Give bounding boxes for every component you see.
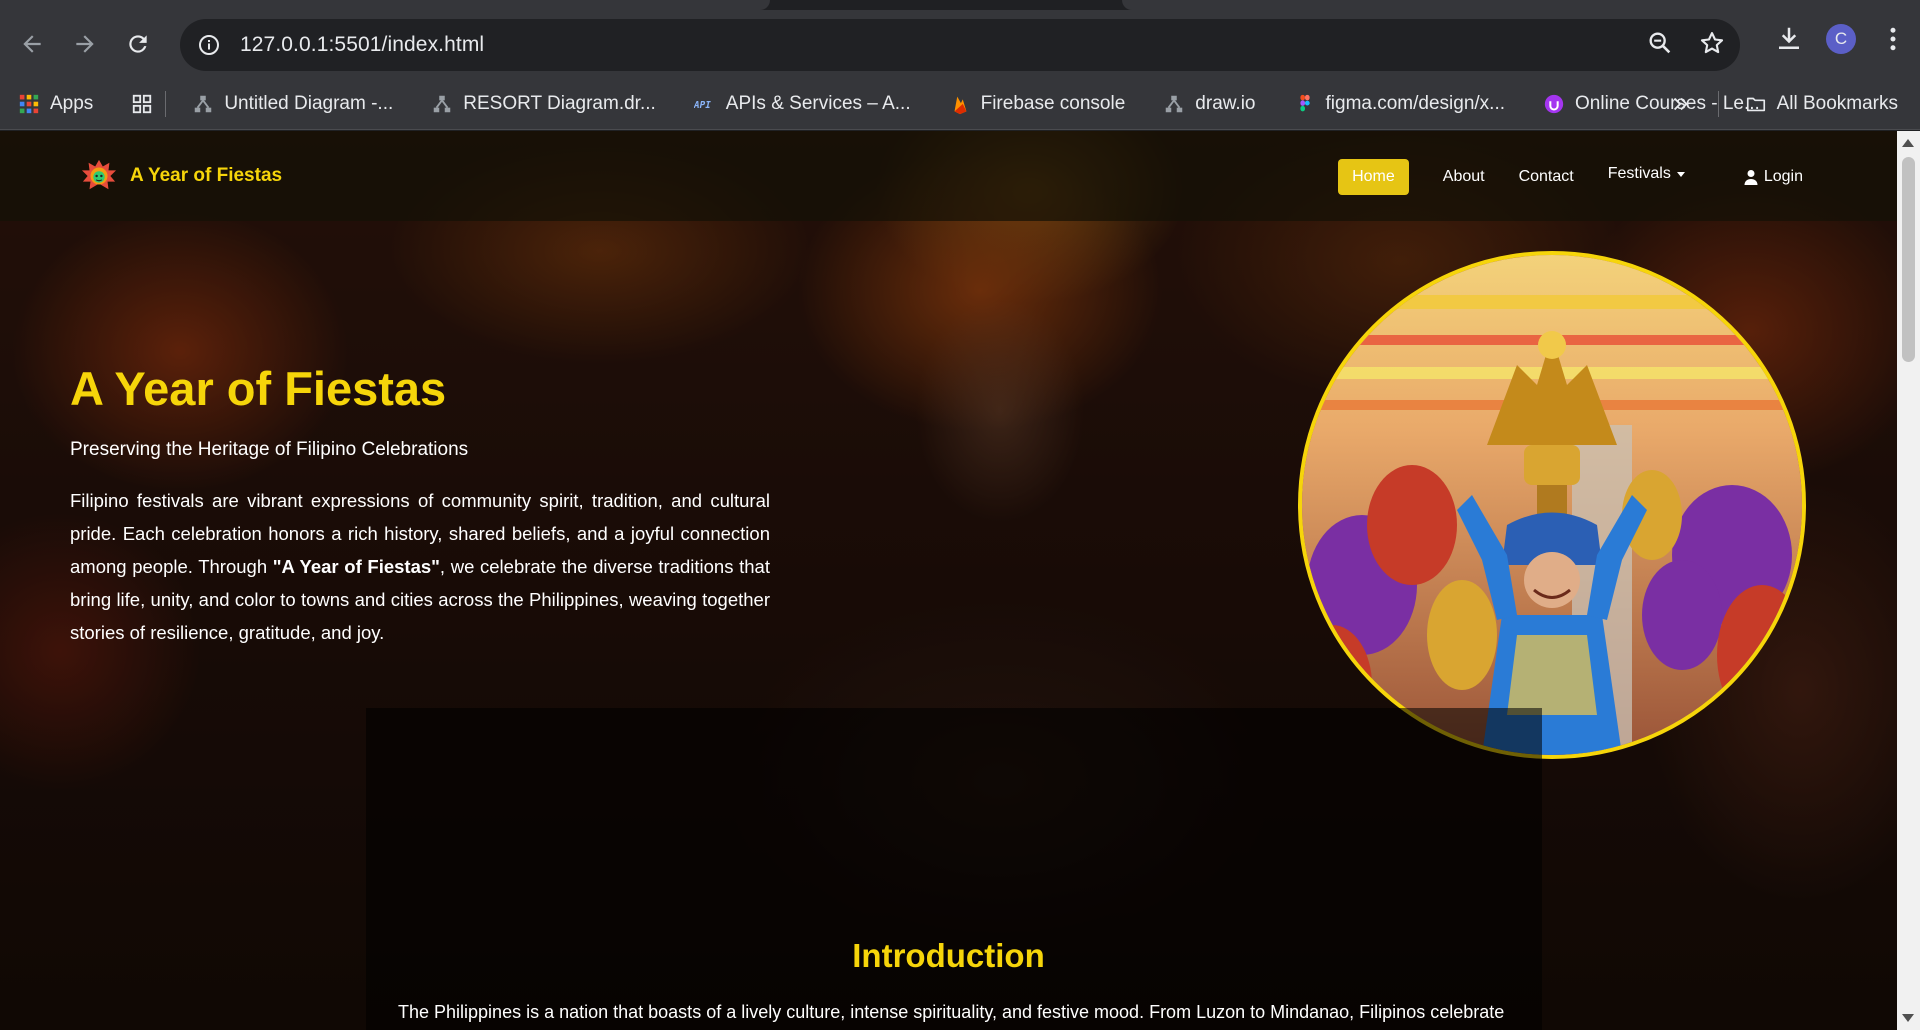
profile-avatar[interactable]: C: [1826, 24, 1856, 54]
scroll-down-arrow-icon[interactable]: [1902, 1014, 1914, 1022]
bookmarks-separator: [165, 90, 167, 117]
figma-icon: [1299, 94, 1310, 111]
hero-title: A Year of Fiestas: [70, 362, 447, 415]
user-icon: [1744, 170, 1758, 185]
reload-icon: [129, 35, 147, 53]
drawio-icon: [434, 95, 451, 112]
bookmark-label: APIs & Services – A...: [725, 92, 911, 114]
nav-login-link[interactable]: Login: [1743, 159, 1803, 195]
firebase-icon: [954, 96, 967, 114]
bookmarks-separator: [1717, 91, 1719, 117]
bookmark-firebase[interactable]: Firebase console: [949, 92, 1126, 115]
bookmark-label: Firebase console: [980, 92, 1126, 114]
web-page: A Year of Fiestas Home About Contact Fes…: [0, 131, 1897, 1030]
bookmark-label: draw.io: [1195, 92, 1256, 114]
mask-logo-icon: [81, 159, 117, 190]
nav-links: Home About Contact Festivals Login: [1338, 159, 1803, 195]
folder-icon: [1746, 97, 1765, 112]
zoom-icon[interactable]: [1646, 29, 1674, 57]
page-viewport: A Year of Fiestas Home About Contact Fes…: [0, 131, 1920, 1030]
bookmark-figma[interactable]: figma.com/design/x...: [1294, 92, 1506, 115]
introduction-section: [366, 708, 1542, 1030]
bookmark-resort-diagram[interactable]: RESORT Diagram.dr...: [431, 93, 656, 115]
url-text[interactable]: 127.0.0.1:5501/index.html: [240, 33, 484, 57]
site-info-icon[interactable]: [194, 30, 224, 60]
nav-contact-link[interactable]: Contact: [1519, 159, 1574, 195]
bookmark-apis-services[interactable]: API APIs & Services – A...: [694, 93, 911, 115]
introduction-heading-text: Introduction: [852, 937, 1045, 974]
address-bar[interactable]: 127.0.0.1:5501/index.html: [180, 19, 1740, 71]
bookmark-label: RESORT Diagram.dr...: [463, 92, 656, 114]
api-icon: API: [694, 100, 711, 111]
browser-toolbar: 127.0.0.1:5501/index.html C: [0, 10, 1920, 78]
apps-grid-icon: [19, 94, 39, 113]
introduction-text: The Philippines is a nation that boasts …: [398, 1002, 1505, 1022]
nav-about-link[interactable]: About: [1443, 159, 1485, 195]
forward-button[interactable]: [65, 24, 105, 64]
chevron-double-right-icon[interactable]: [1670, 93, 1692, 115]
bookmark-apps[interactable]: Apps: [18, 93, 93, 115]
festival-photo-illustration: [1302, 255, 1802, 755]
tab-groups-icon: [133, 94, 152, 113]
browser-tab[interactable]: [0, 0, 770, 10]
drawio-icon: [1166, 95, 1183, 112]
bookmarks-bar: Apps Untitled Diagram -... RESORT Diagra…: [0, 78, 1920, 130]
bookmark-drawio[interactable]: draw.io: [1163, 92, 1256, 115]
scrollbar-thumb[interactable]: [1902, 157, 1915, 362]
nav-festivals-dropdown[interactable]: Festivals: [1608, 156, 1685, 192]
hero-subtitle: Preserving the Heritage of Filipino Cele…: [70, 439, 469, 460]
reload-button[interactable]: [118, 24, 158, 64]
bookmark-label: Untitled Diagram -...: [224, 92, 394, 114]
scroll-up-arrow-icon[interactable]: [1902, 139, 1914, 147]
hero-description: Filipino festivals are vibrant expressio…: [70, 484, 770, 649]
caret-down-icon: [1676, 171, 1685, 177]
back-button[interactable]: [12, 24, 52, 64]
tab-strip: [0, 0, 1920, 10]
hero-description-emphasis: "A Year of Fiestas": [272, 556, 440, 577]
bookmark-label: figma.com/design/x...: [1325, 92, 1506, 114]
festival-dancer-photo: [1298, 251, 1806, 759]
nav-home-button[interactable]: Home: [1338, 159, 1409, 195]
drawio-icon: [195, 95, 212, 112]
introduction-heading: Introduction: [0, 937, 1897, 975]
kebab-menu-icon[interactable]: [1878, 24, 1908, 54]
svg-text:API: API: [694, 100, 711, 111]
download-icon[interactable]: [1774, 24, 1804, 54]
nav-festivals-label: Festivals: [1607, 165, 1671, 182]
tab-groups-button[interactable]: [131, 93, 153, 115]
all-bookmarks-button[interactable]: All Bookmarks: [1745, 93, 1898, 115]
bookmark-star-icon[interactable]: [1698, 29, 1726, 57]
udemy-icon: [1544, 94, 1564, 113]
page-scrollbar[interactable]: [1897, 131, 1920, 1030]
site-navbar: A Year of Fiestas Home About Contact Fes…: [0, 131, 1897, 221]
bookmark-untitled-diagram[interactable]: Untitled Diagram -...: [192, 93, 393, 115]
all-bookmarks-label: All Bookmarks: [1776, 93, 1898, 114]
nav-login-label: Login: [1763, 168, 1803, 185]
arrow-right-icon: [76, 35, 94, 53]
bookmark-label: Apps: [50, 92, 94, 114]
browser-tab[interactable]: [1122, 0, 1920, 10]
site-brand[interactable]: A Year of Fiestas: [80, 158, 282, 194]
arrow-left-icon: [23, 35, 41, 53]
brand-name: A Year of Fiestas: [130, 165, 283, 186]
